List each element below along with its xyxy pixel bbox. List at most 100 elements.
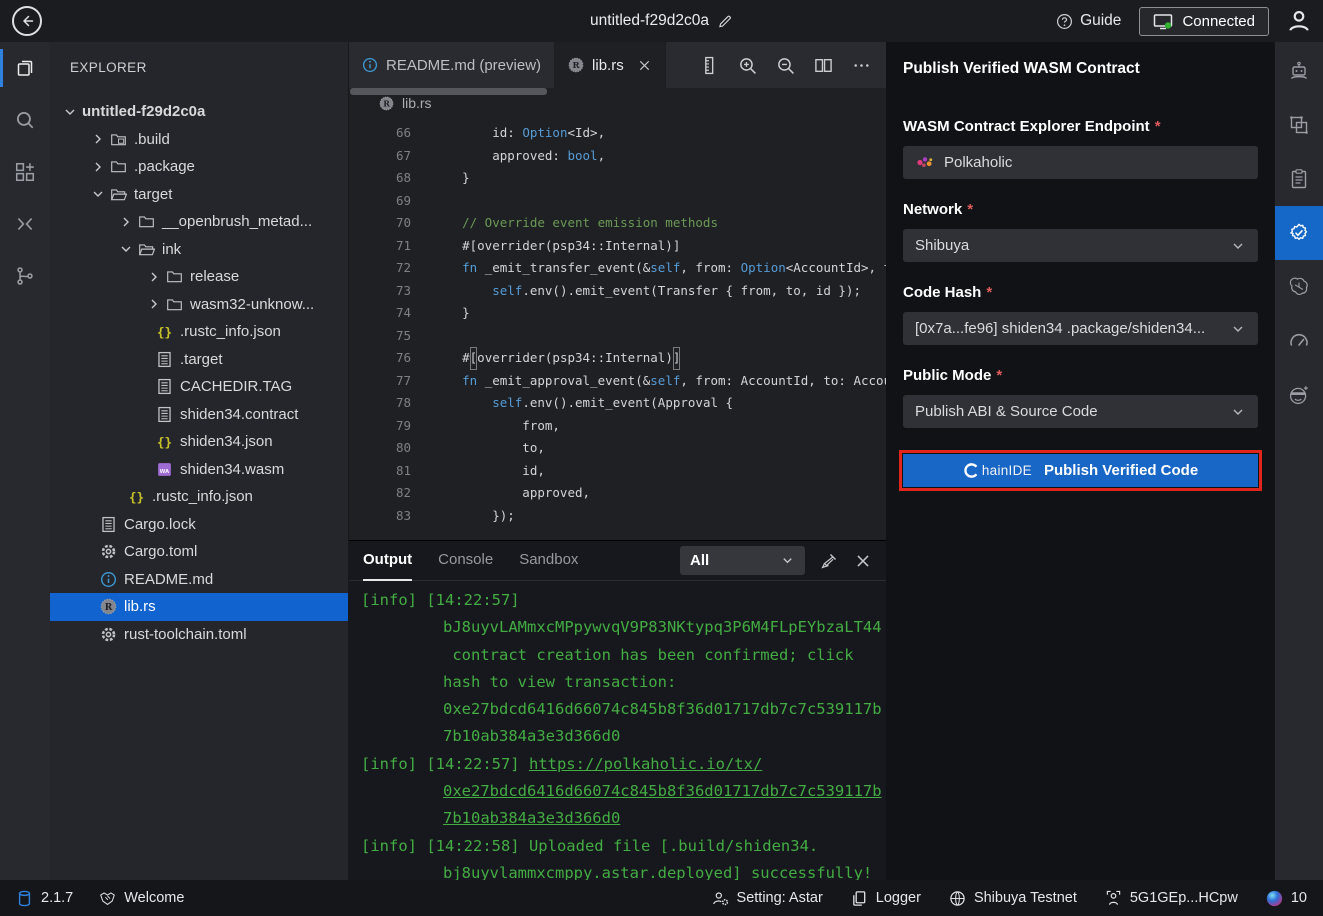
svg-text:{}: {} [157, 436, 172, 451]
tab-console[interactable]: Console [438, 541, 493, 581]
ellipsis-button[interactable] [842, 42, 880, 88]
status-shibuya-testnet[interactable]: Shibuya Testnet [949, 890, 1077, 907]
tab-sandbox[interactable]: Sandbox [519, 541, 578, 581]
tree-item-shiden34-wasm[interactable]: WAshiden34.wasm [50, 456, 348, 484]
db-icon [16, 890, 33, 907]
account-icon[interactable] [1287, 9, 1311, 33]
code-line: 83 }); [349, 505, 886, 528]
tree-item-lib-rs[interactable]: Rlib.rs [50, 593, 348, 621]
required-asterisk: * [986, 284, 992, 301]
folder-open-icon [138, 241, 155, 258]
wasm-icon: WA [156, 461, 173, 478]
tree-item-package[interactable]: .package [50, 153, 348, 181]
tabbar-scrollbar[interactable] [350, 88, 547, 95]
activity-item-collapse[interactable] [0, 198, 50, 250]
activity-item-badge-check[interactable] [1275, 206, 1323, 260]
code-editor[interactable]: 66 id: Option<Id>,67 approved: bool,68 }… [349, 118, 886, 540]
tab-output[interactable]: Output [363, 541, 412, 581]
field-wasm-contract-explorer-endpoint[interactable]: Polkaholic [903, 146, 1258, 179]
status-10[interactable]: 10 [1266, 890, 1307, 907]
field-code-hash[interactable]: [0x7a...fe96] shiden34 .package/shiden34… [903, 312, 1258, 345]
tree-item-ink[interactable]: ink [50, 236, 348, 264]
code-line: 80 to, [349, 437, 886, 460]
tree-item-rustc-info-json[interactable]: {}.rustc_info.json [50, 483, 348, 511]
field-network[interactable]: Shibuya [903, 229, 1258, 262]
status-5g1gep-hcpw[interactable]: 5G1GEp...HCpw [1105, 890, 1238, 907]
activity-item-gauge[interactable] [1275, 314, 1323, 368]
line-number: 82 [349, 482, 432, 505]
log-link[interactable]: 0xe27bdcd6416d66074c845b8f36d01717db7c7c… [443, 782, 882, 800]
activity-item-robot[interactable] [1275, 44, 1323, 98]
activity-item-git-branch[interactable] [0, 250, 50, 302]
code-line: 69 [349, 190, 886, 213]
status-2-1-7[interactable]: 2.1.7 [16, 890, 73, 907]
editor-group: README.md (preview)Rlib.rs R lib.rs 66 i… [349, 42, 887, 880]
status-setting-astar[interactable]: Setting: Astar [712, 890, 823, 907]
log-text: bj8uyvlammxcmppy.astar.deployed] success… [443, 864, 872, 880]
activity-item-clipboard[interactable] [1275, 152, 1323, 206]
output-log: [info] [14:22:57]bJ8uyvLAMmxcMPpywvqV9P8… [349, 581, 886, 880]
chevron-down-icon [1230, 321, 1246, 337]
tree-item-target[interactable]: .target [50, 346, 348, 374]
tree-item-openbrush-metad[interactable]: __openbrush_metad... [50, 208, 348, 236]
close-panel-icon[interactable] [854, 552, 872, 570]
tree-item-target[interactable]: target [50, 181, 348, 209]
field-public-mode[interactable]: Publish ABI & Source Code [903, 395, 1258, 428]
log-line: 7b10ab384a3e3d366d0 [361, 805, 886, 832]
clear-output-icon[interactable] [820, 552, 838, 570]
status-logger[interactable]: Logger [851, 890, 921, 907]
tree-item-rust-toolchain-toml[interactable]: rust-toolchain.toml [50, 621, 348, 649]
svg-text:{}: {} [157, 326, 172, 341]
tree-item-shiden34-json[interactable]: {}shiden34.json [50, 428, 348, 456]
tree-item-rustc-info-json[interactable]: {}.rustc_info.json [50, 318, 348, 346]
activity-item-openai[interactable] [1275, 260, 1323, 314]
zoom-out-button[interactable] [766, 42, 804, 88]
file-tree: untitled-f29d2c0a.build.packagetarget__o… [50, 98, 348, 648]
activity-item-search[interactable] [0, 94, 50, 146]
back-button[interactable] [12, 6, 42, 36]
person-gear-icon [712, 890, 729, 907]
tree-item-release[interactable]: release [50, 263, 348, 291]
publish-verified-code-button[interactable]: hainIDE Publish Verified Code [903, 454, 1258, 487]
log-line: contract creation has been confirmed; cl… [361, 642, 886, 669]
chevron-down-icon [1230, 404, 1246, 420]
activity-item-grid-plus[interactable] [0, 146, 50, 198]
activity-item-scaffold[interactable] [1275, 98, 1323, 152]
editor-tab-lib-rs[interactable]: Rlib.rs [555, 42, 666, 88]
tree-item-label: shiden34.contract [180, 406, 298, 423]
activity-item-emoji-cool[interactable] [1275, 368, 1323, 422]
clipboard-icon [1288, 168, 1310, 190]
log-line: [info] [14:22:57] [361, 587, 886, 614]
status-label: 2.1.7 [41, 890, 73, 906]
close-x-icon[interactable] [637, 58, 652, 73]
code-token: <Id>, [567, 122, 605, 145]
log-link[interactable]: https://polkaholic.io/tx/ [529, 755, 762, 773]
tree-item-build[interactable]: .build [50, 126, 348, 154]
rename-pencil-icon[interactable] [718, 14, 733, 29]
chevron-right-icon [118, 214, 134, 230]
log-link[interactable]: 7b10ab384a3e3d366d0 [443, 809, 620, 827]
chevron-right-icon [146, 269, 162, 285]
tree-item-shiden34-contract[interactable]: shiden34.contract [50, 401, 348, 429]
git-branch-icon [14, 265, 36, 287]
code-token: Option [741, 257, 786, 280]
split-button[interactable] [804, 42, 842, 88]
ruler-button[interactable] [690, 42, 728, 88]
tree-item-readme-md[interactable]: README.md [50, 566, 348, 594]
zoom-in-icon [738, 56, 757, 75]
required-asterisk: * [996, 367, 1002, 384]
zoom-in-button[interactable] [728, 42, 766, 88]
activity-item-files[interactable] [0, 42, 50, 94]
tree-item-wasm32-unknow[interactable]: wasm32-unknow... [50, 291, 348, 319]
editor-tab-readme-md-preview[interactable]: README.md (preview) [349, 42, 555, 88]
tree-item-cargo-toml[interactable]: Cargo.toml [50, 538, 348, 566]
publish-panel: Publish Verified WASM Contract WASM Cont… [887, 42, 1274, 880]
tree-item-cargo-lock[interactable]: Cargo.lock [50, 511, 348, 539]
guide-button[interactable]: Guide [1056, 12, 1121, 30]
status-welcome[interactable]: Welcome [99, 890, 184, 907]
field-value: Publish ABI & Source Code [915, 403, 1098, 420]
connected-button[interactable]: Connected [1139, 7, 1269, 36]
tree-item-cachedir-tag[interactable]: CACHEDIR.TAG [50, 373, 348, 401]
output-filter-select[interactable]: All [680, 546, 805, 575]
tree-item-untitled-f29d2c0a[interactable]: untitled-f29d2c0a [50, 98, 348, 126]
